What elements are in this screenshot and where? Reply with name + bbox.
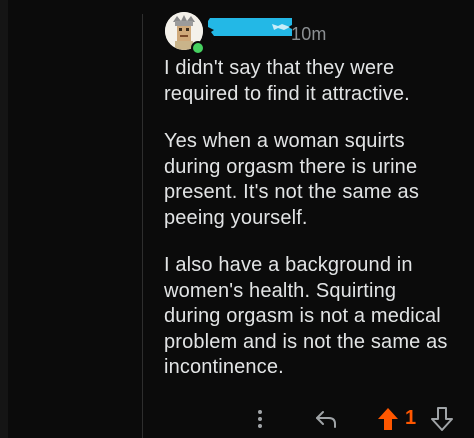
comment-paragraph: I also have a background in women's heal… <box>164 254 448 378</box>
comment-body: I didn't say that they were required to … <box>164 56 464 403</box>
upvote-arrow-icon[interactable] <box>376 404 400 434</box>
comment: 10m I didn't say that they were required… <box>0 0 474 438</box>
comment-paragraph: Yes when a woman squirts during orgasm t… <box>164 130 419 229</box>
online-indicator-icon <box>191 41 205 55</box>
comment-paragraph: I didn't say that they were required to … <box>164 57 410 105</box>
more-options-icon[interactable] <box>250 404 270 434</box>
username-redaction[interactable] <box>208 18 292 36</box>
downvote-arrow-icon[interactable] <box>430 404 454 434</box>
comment-actions: 1 <box>0 404 474 434</box>
reply-icon[interactable] <box>311 404 341 434</box>
timestamp: 10m <box>291 24 327 44</box>
vote-score: 1 <box>405 407 417 429</box>
